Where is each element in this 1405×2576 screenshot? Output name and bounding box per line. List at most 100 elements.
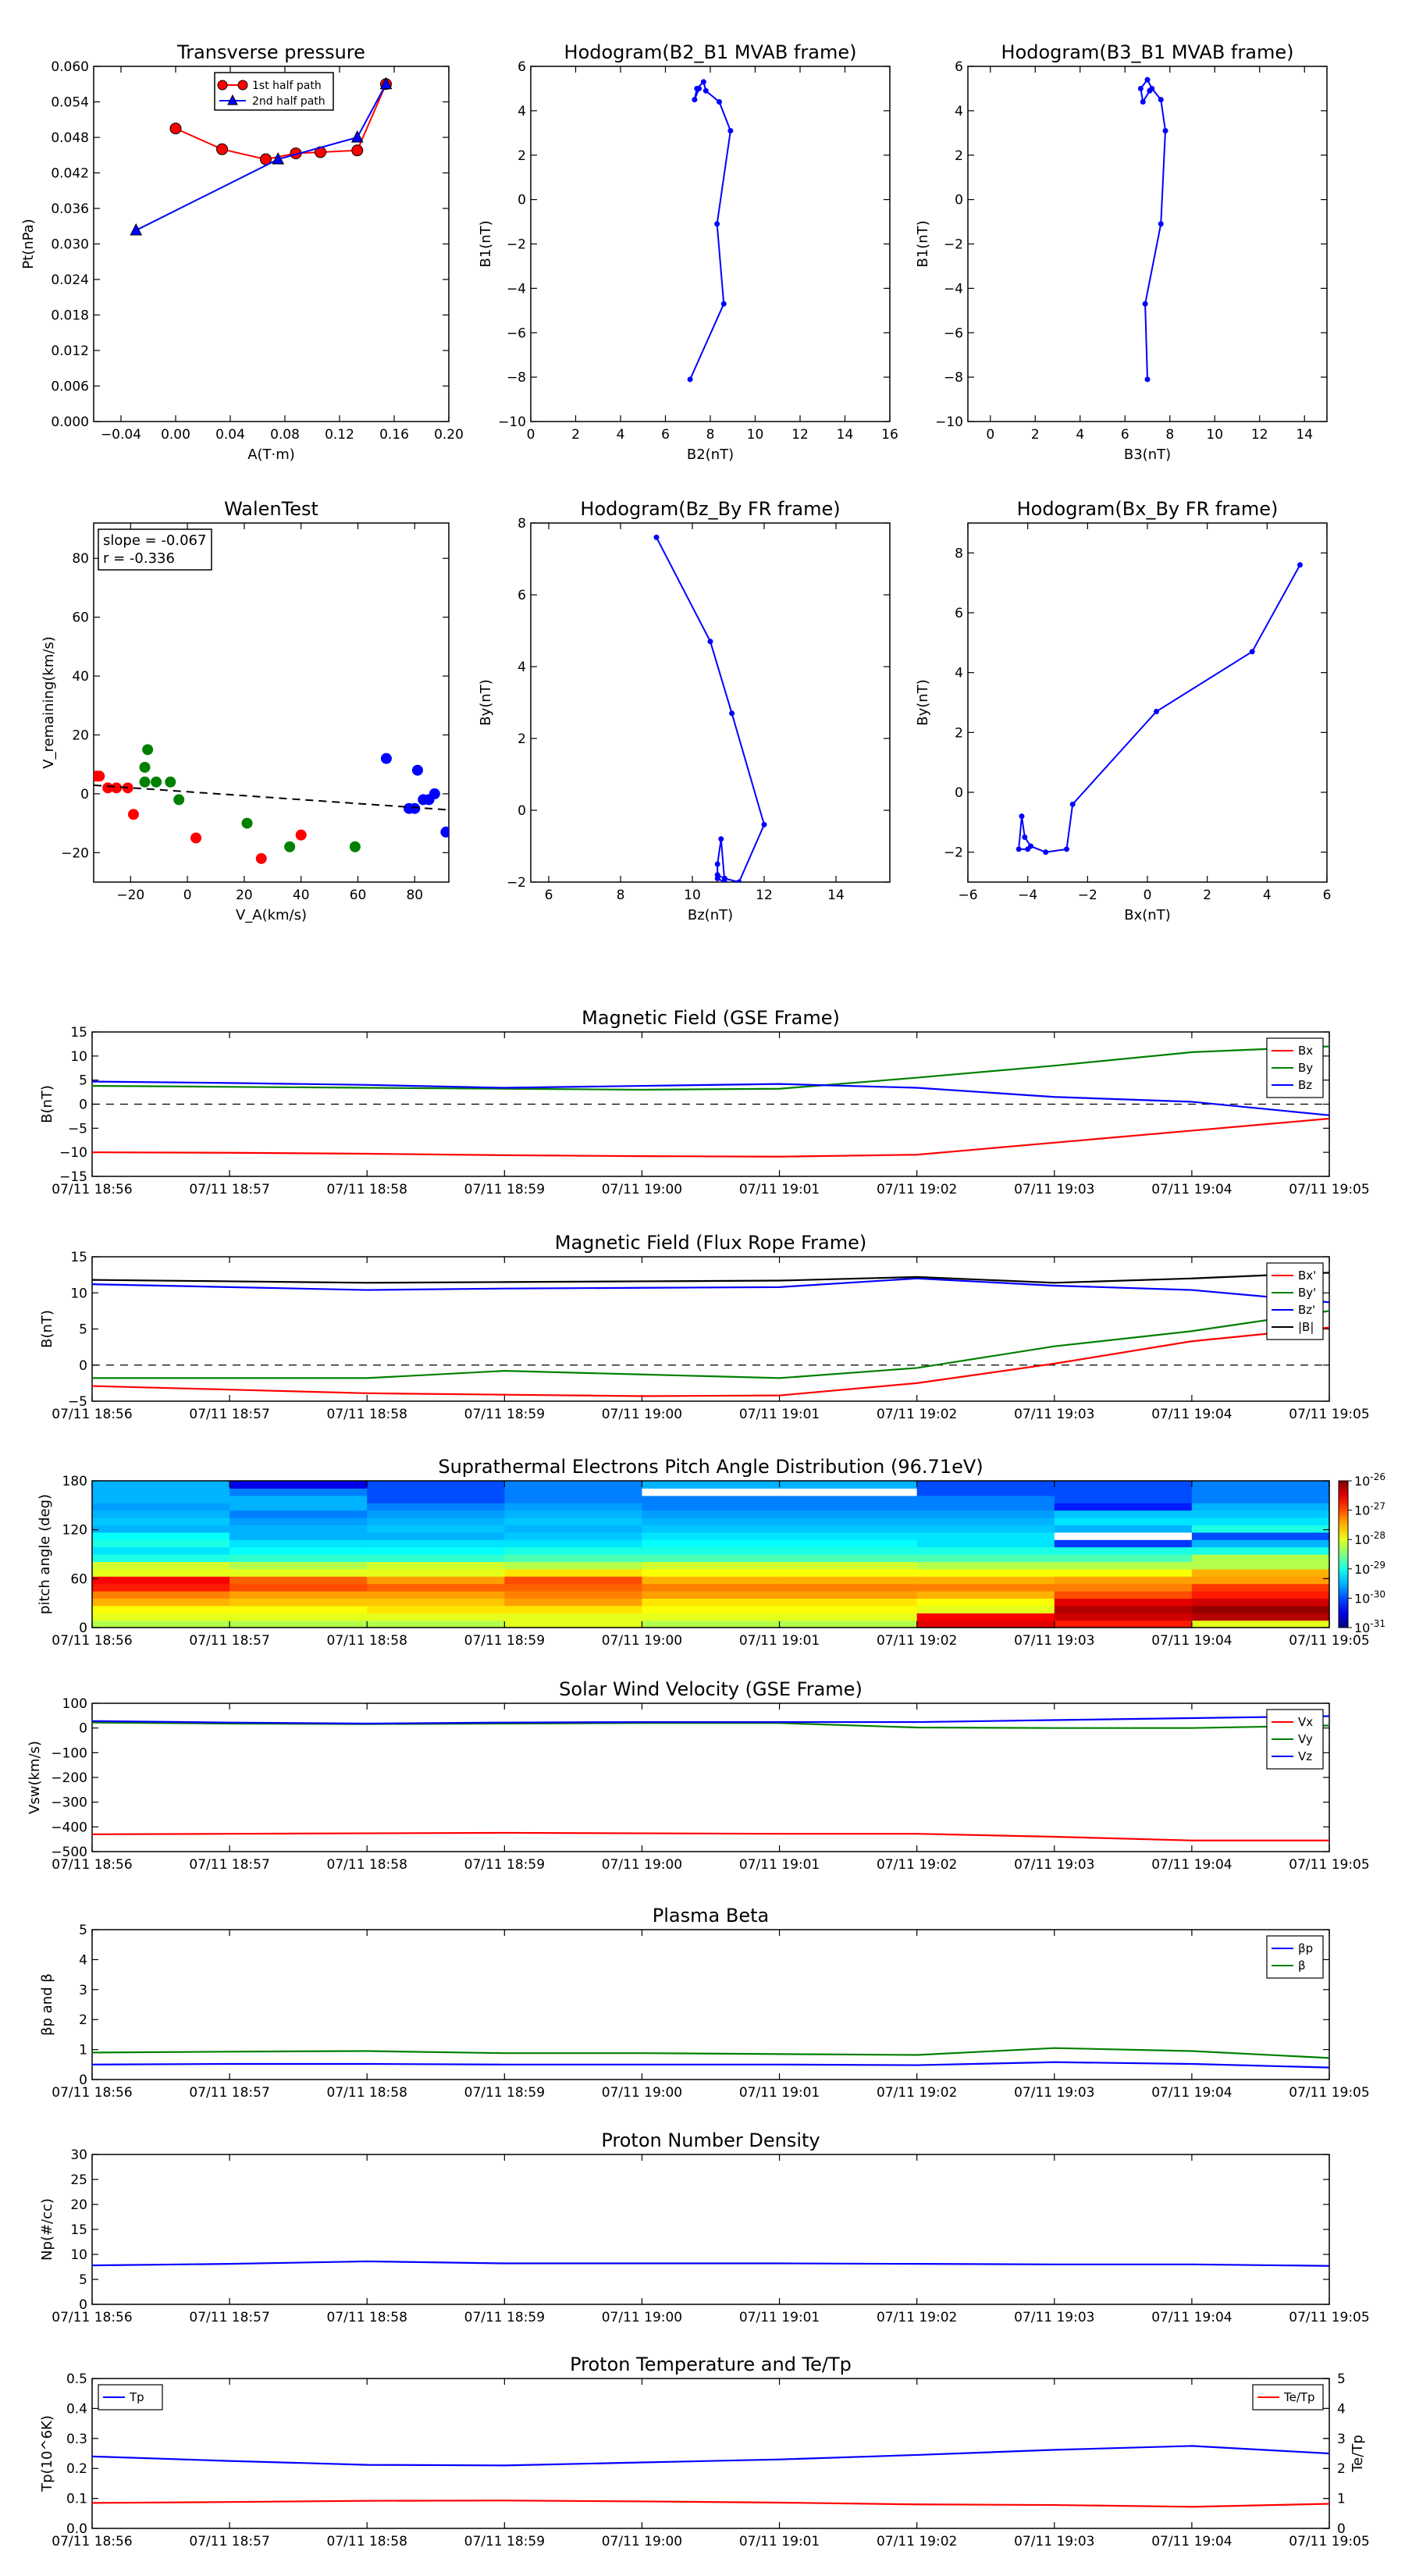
np-ytick-label: 30 bbox=[70, 2147, 87, 2163]
walen-ylabel: V_remaining(km/s) bbox=[41, 636, 57, 769]
pad-cell bbox=[504, 1503, 643, 1511]
pad-cell bbox=[229, 1583, 368, 1592]
tp-ytick-right-label: 2 bbox=[1337, 2461, 1346, 2477]
np-ytick-label: 20 bbox=[70, 2197, 87, 2213]
pad-cell bbox=[642, 1576, 781, 1585]
walen-xtick-label: −20 bbox=[116, 888, 144, 903]
bfr-legend-label: Bz' bbox=[1298, 1303, 1315, 1317]
pad-cell bbox=[504, 1568, 643, 1577]
pad-cell bbox=[504, 1583, 643, 1592]
walen-ytick-label: 40 bbox=[72, 669, 89, 685]
pad-cell bbox=[1054, 1605, 1193, 1614]
bgse-ylabel: B(nT) bbox=[39, 1085, 55, 1123]
pt-ytick-label: 0.000 bbox=[51, 415, 89, 430]
bfr-xtick-label: 07/11 18:56 bbox=[52, 1407, 132, 1422]
pad-cell bbox=[779, 1495, 918, 1503]
pad-cell bbox=[1191, 1554, 1330, 1562]
pad-xtick-label: 07/11 19:01 bbox=[739, 1633, 820, 1649]
pt-point bbox=[350, 130, 364, 143]
h4-ytick-label: 8 bbox=[955, 546, 963, 561]
vsw-series-line-0 bbox=[92, 1831, 1329, 1841]
h2-point bbox=[1137, 85, 1144, 91]
pt-ytick-label: 0.048 bbox=[51, 130, 89, 146]
h1-point bbox=[687, 376, 693, 382]
pad-cell bbox=[916, 1554, 1055, 1562]
pad-cell bbox=[367, 1554, 505, 1562]
vsw-legend-label: Vz bbox=[1298, 1749, 1312, 1763]
h4-point bbox=[1043, 849, 1049, 856]
h2-point bbox=[1162, 127, 1168, 133]
vsw-ytick-label: 0 bbox=[79, 1721, 87, 1737]
vsw-ytick-label: −300 bbox=[51, 1795, 87, 1811]
tp-ytick-right-label: 1 bbox=[1337, 2492, 1346, 2507]
pad-cells bbox=[92, 1481, 1330, 1628]
h4-ytick-label: −2 bbox=[944, 845, 963, 861]
h3-point bbox=[714, 875, 720, 881]
np-ytick-label: 25 bbox=[70, 2172, 87, 2188]
pad-cell bbox=[642, 1517, 781, 1525]
pad-cell bbox=[1191, 1583, 1330, 1592]
walen-ytick-label: 0 bbox=[80, 787, 89, 802]
pad-colorbar-label: 10-30 bbox=[1354, 1589, 1385, 1606]
bgse-legend-label: Bz bbox=[1298, 1078, 1312, 1092]
h1-xtick-label: 8 bbox=[706, 427, 715, 443]
pad-cell bbox=[367, 1525, 505, 1533]
tp-xtick-label: 07/11 18:59 bbox=[464, 2534, 545, 2549]
h4-xtick-label: −4 bbox=[1018, 888, 1037, 903]
pad-cell bbox=[1191, 1488, 1330, 1496]
bgse-xtick-label: 07/11 18:57 bbox=[189, 1182, 269, 1197]
walen-xlabel: V_A(km/s) bbox=[236, 907, 307, 923]
h1-xtick-label: 14 bbox=[837, 427, 854, 443]
pad-cell bbox=[642, 1488, 781, 1496]
pad-cell bbox=[229, 1517, 368, 1525]
h3-point bbox=[729, 710, 735, 717]
pad-ytick-label: 120 bbox=[62, 1523, 87, 1539]
walen-ytick-label: −20 bbox=[61, 845, 89, 861]
walen-point bbox=[295, 829, 307, 841]
h2-xtick-label: 0 bbox=[986, 427, 994, 443]
tp-series-line-1 bbox=[92, 2500, 1329, 2508]
walen-point bbox=[349, 841, 361, 852]
pad-cell bbox=[1054, 1495, 1193, 1503]
bfr-ytick-label: 0 bbox=[79, 1358, 87, 1374]
pad-cell bbox=[1054, 1583, 1193, 1592]
h1-point bbox=[702, 87, 709, 94]
beta-series-line-1 bbox=[92, 2047, 1329, 2059]
pad-cell bbox=[1054, 1598, 1193, 1606]
h2-ytick-label: −2 bbox=[944, 237, 963, 253]
pad-cell bbox=[367, 1532, 505, 1540]
pad-cell bbox=[229, 1481, 368, 1489]
bgse-chart: Magnetic Field (GSE Frame)07/11 18:56 07/… bbox=[39, 1007, 1370, 1197]
pad-cell bbox=[642, 1591, 781, 1599]
h1-point bbox=[727, 127, 734, 133]
h3-data bbox=[653, 534, 767, 882]
pad-ylabel: pitch angle (deg) bbox=[37, 1494, 53, 1614]
np-plot-frame bbox=[91, 2154, 1330, 2305]
pad-cell bbox=[916, 1481, 1055, 1489]
h1-xtick-label: 10 bbox=[747, 427, 764, 443]
pad-cell bbox=[916, 1539, 1055, 1548]
bgse-ytick-label: −10 bbox=[59, 1145, 87, 1161]
bfr-series-line-1 bbox=[92, 1310, 1329, 1379]
bfr-xtick-label: 07/11 19:04 bbox=[1151, 1407, 1232, 1422]
h4-xtick-label: −2 bbox=[1078, 888, 1097, 903]
beta-ytick-label: 0 bbox=[79, 2073, 87, 2088]
pad-xtick-label: 07/11 19:02 bbox=[877, 1633, 957, 1649]
pad-cell bbox=[229, 1554, 368, 1562]
bgse-legend-label: Bx bbox=[1298, 1044, 1313, 1058]
walen-point bbox=[241, 817, 253, 829]
pad-cell bbox=[504, 1554, 643, 1562]
tp-legend-label: Tp bbox=[129, 2390, 144, 2404]
pad-cell bbox=[916, 1525, 1055, 1533]
np-xtick-label: 07/11 18:57 bbox=[189, 2310, 269, 2325]
vsw-xtick-label: 07/11 19:04 bbox=[1151, 1857, 1232, 1873]
pad-cell bbox=[916, 1613, 1055, 1621]
pad-cell bbox=[1191, 1539, 1330, 1548]
bgse-xtick-label: 07/11 19:05 bbox=[1289, 1182, 1369, 1197]
vsw-plot-frame bbox=[91, 1703, 1330, 1852]
bfr-title: Magnetic Field (Flux Rope Frame) bbox=[555, 1232, 866, 1254]
pad-cell bbox=[779, 1598, 918, 1606]
beta-plot-frame bbox=[91, 1929, 1330, 2080]
bfr-legend-label: |B| bbox=[1298, 1320, 1314, 1334]
vsw-chart: Solar Wind Velocity (GSE Frame) 07/11 18:… bbox=[27, 1678, 1370, 1873]
